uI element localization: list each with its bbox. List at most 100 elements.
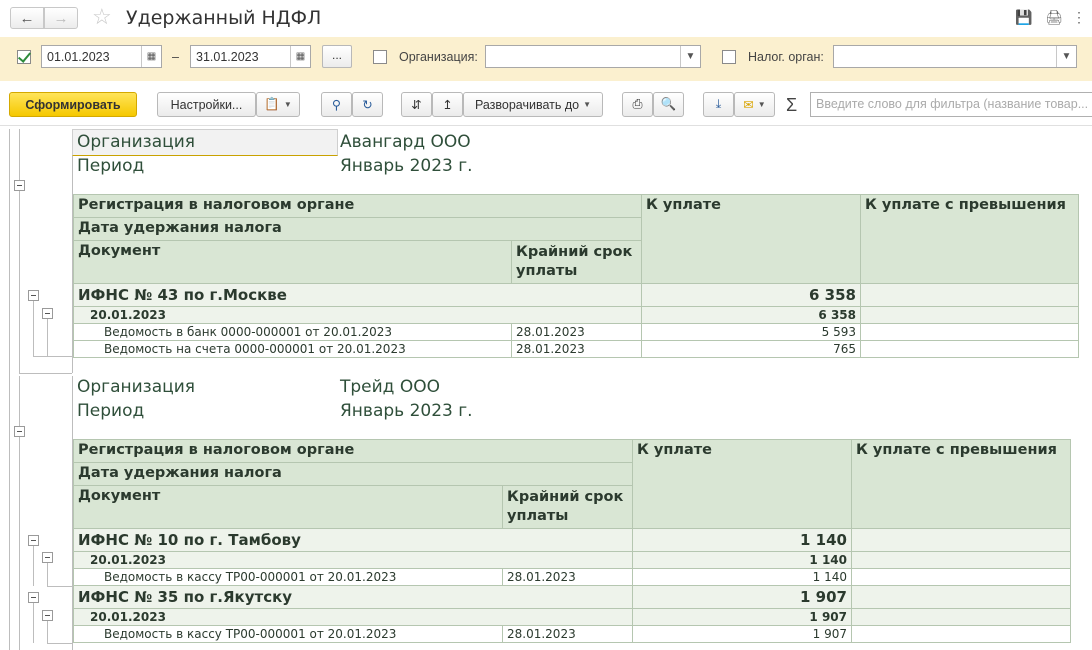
generate-button[interactable]: Сформировать — [9, 92, 137, 117]
collapse-date-toggle[interactable] — [42, 308, 53, 319]
outline-line — [19, 373, 72, 374]
forward-button[interactable]: → — [44, 7, 78, 29]
group-row-name[interactable]: ИФНС № 10 по г. Тамбову — [73, 528, 633, 552]
group-row-amount[interactable]: 6 358 — [641, 283, 861, 307]
period-checkbox[interactable] — [17, 50, 31, 64]
preview-button[interactable]: 🔍 — [653, 92, 684, 117]
calendar-icon[interactable]: ▦ — [141, 46, 161, 67]
document-row-amount[interactable]: 765 — [641, 340, 861, 358]
document-row-name[interactable]: Ведомость в кассу ТР00-000001 от 20.01.2… — [73, 625, 503, 643]
date-to-value: 31.01.2023 — [196, 50, 259, 64]
collapse-group-toggle[interactable] — [28, 290, 39, 301]
generate-label: Сформировать — [25, 97, 121, 112]
printer-icon: ⎙ — [632, 97, 643, 111]
settings-label: Настройки... — [170, 97, 243, 112]
expand-to-button[interactable]: Разворачивать до ▼ — [463, 92, 603, 117]
window-title: Удержанный НДФЛ — [126, 7, 322, 29]
back-button[interactable]: ← — [10, 7, 44, 29]
filter-search-input[interactable]: Введите слово для фильтра (название това… — [810, 92, 1092, 117]
document-row-excess[interactable] — [851, 625, 1071, 643]
collapse-date-toggle[interactable] — [42, 552, 53, 563]
chevron-down-icon[interactable]: ▼ — [680, 46, 700, 67]
date-row-name[interactable]: 20.01.2023 — [73, 306, 642, 324]
tax-authority-field[interactable]: ▼ — [833, 45, 1077, 68]
period-select-button[interactable]: ... — [322, 45, 352, 68]
date-row-name[interactable]: 20.01.2023 — [73, 608, 633, 626]
preview-icon: 🔍 — [660, 97, 677, 111]
save-file-button[interactable]: ⤓ — [703, 92, 734, 117]
find-button[interactable]: ⚲ — [321, 92, 352, 117]
date-row-amount[interactable]: 1 140 — [632, 551, 852, 569]
document-row-name[interactable]: Ведомость в кассу ТР00-000001 от 20.01.2… — [73, 568, 503, 586]
date-row-name[interactable]: 20.01.2023 — [73, 551, 633, 569]
collapse-all-button[interactable]: ↥ — [432, 92, 463, 117]
print-icon[interactable]: 🖨 — [1045, 8, 1063, 26]
header-document: Документ — [73, 485, 503, 529]
group-row-excess[interactable] — [851, 528, 1071, 552]
calendar-icon[interactable]: ▦ — [290, 46, 310, 67]
outline-line — [47, 314, 48, 356]
sigma-icon[interactable]: Σ — [786, 95, 797, 116]
outline-line — [33, 541, 34, 586]
document-row-deadline[interactable]: 28.01.2023 — [502, 568, 633, 586]
variants-button[interactable]: 📋 ▼ — [256, 92, 300, 117]
outline-line — [33, 598, 34, 643]
collapse-date-toggle[interactable] — [42, 610, 53, 621]
settings-button[interactable]: Настройки... — [157, 92, 256, 117]
print-button[interactable]: ⎙ — [622, 92, 653, 117]
document-row-amount[interactable]: 5 593 — [641, 323, 861, 341]
header-deadline: Крайний срок уплаты — [511, 240, 642, 284]
collapse-group-toggle[interactable] — [28, 535, 39, 546]
group-row-amount[interactable]: 1 907 — [632, 585, 852, 609]
document-row-excess[interactable] — [860, 323, 1079, 341]
collapse-section-toggle[interactable] — [14, 426, 25, 437]
chevron-down-icon: ▼ — [283, 100, 292, 109]
arrow-left-icon: ← — [19, 9, 35, 27]
date-row-excess[interactable] — [851, 608, 1071, 626]
group-row-amount[interactable]: 1 140 — [632, 528, 852, 552]
date-to-field[interactable]: 31.01.2023 ▦ — [190, 45, 311, 68]
collapse-group-toggle[interactable] — [28, 592, 39, 603]
send-email-button[interactable]: ✉ ▼ — [734, 92, 775, 117]
org-label: Организация — [77, 377, 195, 397]
collapse-section-toggle[interactable] — [14, 180, 25, 191]
find-next-button[interactable]: ↻ — [352, 92, 383, 117]
document-row-excess[interactable] — [851, 568, 1071, 586]
expand-all-button[interactable]: ⇵ — [401, 92, 432, 117]
document-row-deadline[interactable]: 28.01.2023 — [511, 340, 642, 358]
header-document: Документ — [73, 240, 512, 284]
date-from-value: 01.01.2023 — [47, 50, 110, 64]
document-row-name[interactable]: Ведомость на счета 0000-000001 от 20.01.… — [73, 340, 512, 358]
period-label: Период — [77, 401, 145, 421]
date-from-field[interactable]: 01.01.2023 ▦ — [41, 45, 162, 68]
tax-authority-label: Налог. орган: — [748, 50, 824, 64]
group-row-name[interactable]: ИФНС № 43 по г.Москве — [73, 283, 642, 307]
document-row-deadline[interactable]: 28.01.2023 — [511, 323, 642, 341]
organization-checkbox[interactable] — [373, 50, 387, 64]
chevron-down-icon: ▼ — [583, 100, 592, 109]
date-row-amount[interactable]: 6 358 — [641, 306, 861, 324]
command-bar: Сформировать Настройки... 📋 ▼ ⚲ ↻ ⇵ ↥ Раз… — [0, 81, 1092, 125]
document-row-amount[interactable]: 1 907 — [632, 625, 852, 643]
org-value: Трейд ООО — [340, 377, 440, 397]
document-row-excess[interactable] — [860, 340, 1079, 358]
group-row-name[interactable]: ИФНС № 35 по г.Якутску — [73, 585, 633, 609]
document-row-name[interactable]: Ведомость в банк 0000-000001 от 20.01.20… — [73, 323, 512, 341]
organization-field[interactable]: ▼ — [485, 45, 701, 68]
tax-authority-checkbox[interactable] — [722, 50, 736, 64]
more-icon[interactable]: ⋮ — [1070, 8, 1088, 26]
envelope-icon: ✉ — [743, 98, 754, 112]
chevron-down-icon[interactable]: ▼ — [1056, 46, 1076, 67]
favorite-star-icon[interactable]: ☆ — [92, 4, 112, 30]
outline-line — [33, 356, 73, 357]
save-icon[interactable]: 💾 — [1015, 8, 1033, 26]
date-row-amount[interactable]: 1 907 — [632, 608, 852, 626]
document-row-amount[interactable]: 1 140 — [632, 568, 852, 586]
document-row-deadline[interactable]: 28.01.2023 — [502, 625, 633, 643]
group-row-excess[interactable] — [860, 283, 1079, 307]
date-row-excess[interactable] — [860, 306, 1079, 324]
date-row-excess[interactable] — [851, 551, 1071, 569]
search-next-icon: ↻ — [362, 98, 373, 112]
group-row-excess[interactable] — [851, 585, 1071, 609]
header-to-pay: К уплате — [641, 194, 861, 284]
